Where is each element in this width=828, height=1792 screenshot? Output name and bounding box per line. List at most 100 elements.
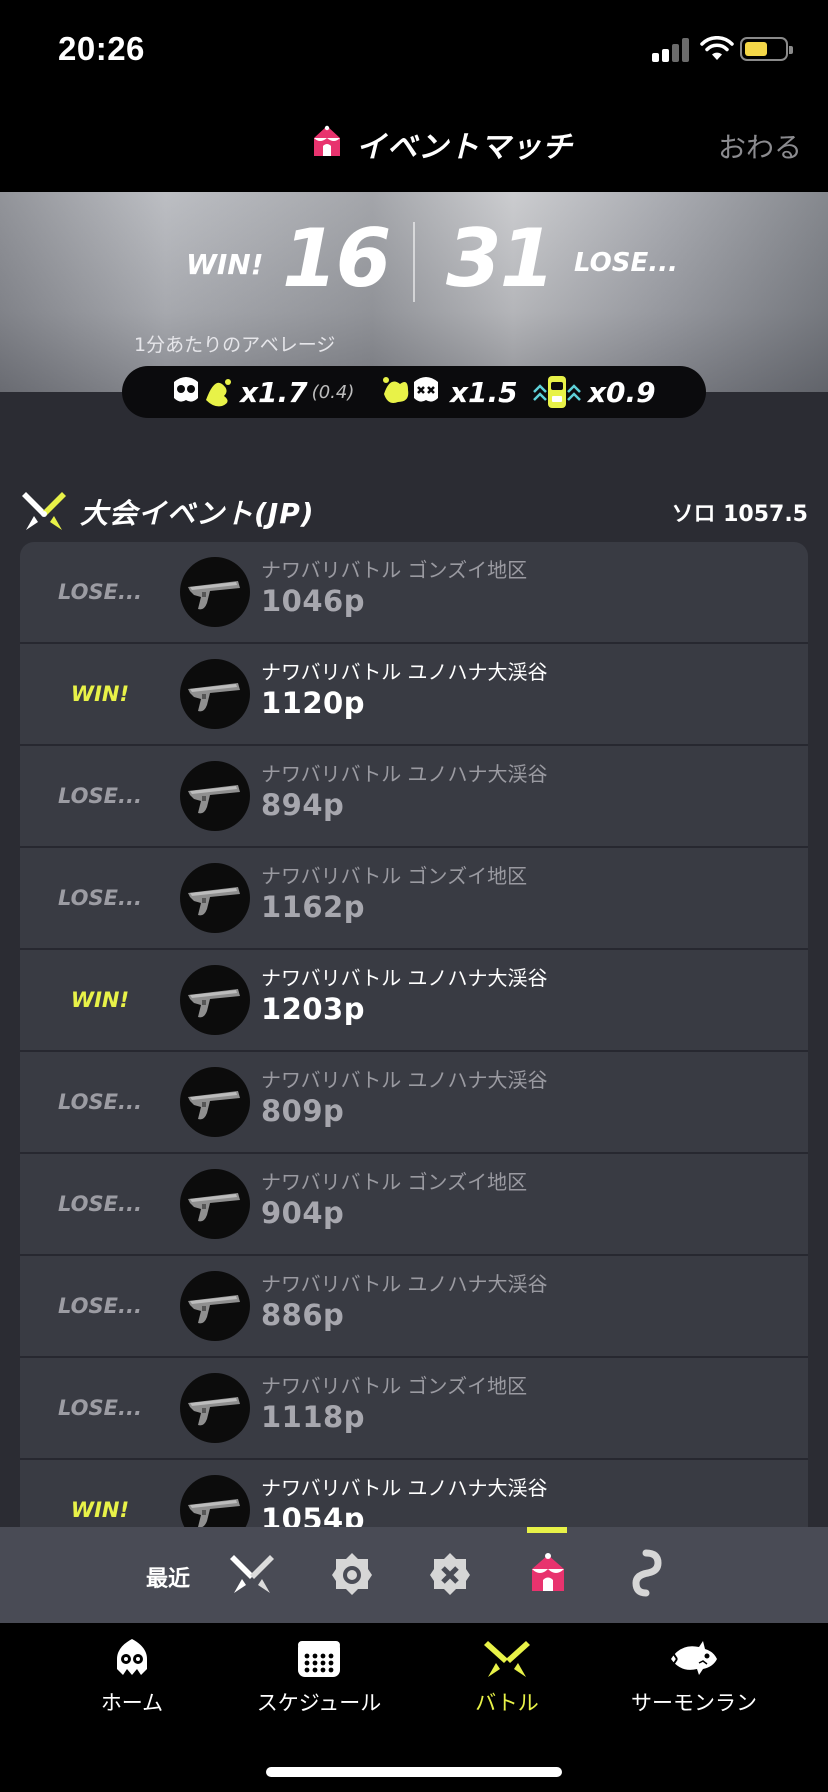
cellular-signal-icon <box>652 38 692 62</box>
battle-power: 1203p <box>261 992 365 1026</box>
avg-kills: x1.7 (0.4) <box>170 372 354 412</box>
weapon-thumbnail <box>180 1067 250 1137</box>
battle-mode-stage: ナワバリバトル ゴンズイ地区 <box>261 558 528 582</box>
weapon-thumbnail <box>180 1169 250 1239</box>
battle-row[interactable]: WIN! ナワバリバトル ユノハナ大渓谷 1203p <box>20 950 808 1052</box>
bottom-tab-bar: ホーム スケジュール バトル サーモンラン <box>0 1623 828 1792</box>
status-time: 20:26 <box>58 30 145 67</box>
battle-mode-stage: ナワバリバトル ユノハナ大渓谷 <box>261 1272 548 1296</box>
tab-battle[interactable]: バトル <box>462 1637 552 1727</box>
section-title: 大会イベント(JP) <box>80 497 315 530</box>
avg-kills-value: x1.7 <box>240 375 308 409</box>
battery-level <box>745 42 767 56</box>
filter-recent-button[interactable]: 最近 <box>146 1561 190 1593</box>
title-bar: イベントマッチ おわる <box>0 100 828 192</box>
battle-result: LOSE... <box>58 1294 142 1318</box>
weapon-thumbnail <box>180 761 250 831</box>
tab-battle-label: バトル <box>475 1691 539 1715</box>
battle-row[interactable]: LOSE... ナワバリバトル ゴンズイ地区 1118p <box>20 1358 808 1460</box>
weapon-icon <box>188 887 240 916</box>
tab-home-label: ホーム <box>100 1691 164 1715</box>
weapon-icon <box>188 683 240 712</box>
battle-filter-bar: 最近 <box>0 1527 828 1623</box>
battle-mode-stage: ナワバリバトル ユノハナ大渓谷 <box>261 1476 548 1500</box>
average-label: 1分あたりのアベレージ <box>134 334 336 356</box>
battle-result: LOSE... <box>58 1192 142 1216</box>
battle-icon <box>22 492 66 530</box>
weapon-thumbnail <box>180 1373 250 1443</box>
status-bar: 20:26 <box>0 0 828 100</box>
battle-power: 904p <box>261 1196 345 1230</box>
battle-mode-stage: ナワバリバトル ユノハナ大渓谷 <box>261 966 548 990</box>
score-divider <box>413 222 415 302</box>
tab-schedule[interactable]: スケジュール <box>244 1637 394 1727</box>
battle-list[interactable]: LOSE... ナワバリバトル ゴンズイ地区 1046p WIN! ナワバリバトル ユノ… <box>20 542 808 1527</box>
win-count: 16 <box>282 212 391 305</box>
weapon-thumbnail <box>180 659 250 729</box>
weapon-icon <box>188 1091 240 1120</box>
solo-power: ソロ 1057.5 <box>671 502 808 527</box>
battle-row[interactable]: WIN! ナワバリバトル ユノハナ大渓谷 1120p <box>20 644 808 746</box>
battle-row[interactable]: LOSE... ナワバリバトル ユノハナ大渓谷 886p <box>20 1256 808 1358</box>
battle-power: 1046p <box>261 584 365 618</box>
battle-icon <box>484 1641 530 1677</box>
filter-regular-battle-icon[interactable] <box>228 1549 276 1597</box>
battle-result: LOSE... <box>58 784 142 808</box>
battle-power: 894p <box>261 788 345 822</box>
filter-event-match-icon[interactable] <box>524 1549 572 1597</box>
quit-button[interactable]: おわる <box>718 126 802 166</box>
battle-power: 886p <box>261 1298 345 1332</box>
battle-power: 809p <box>261 1094 345 1128</box>
battle-row[interactable]: WIN! ナワバリバトル ユノハナ大渓谷 1054p <box>20 1460 808 1527</box>
weapon-icon <box>188 1397 240 1426</box>
battle-row[interactable]: LOSE... ナワバリバトル ユノハナ大渓谷 809p <box>20 1052 808 1154</box>
weapon-thumbnail <box>180 1475 250 1527</box>
filter-active-indicator <box>527 1527 567 1533</box>
salmon-icon <box>671 1641 717 1675</box>
battery-icon <box>740 37 793 61</box>
tab-salmon-run-label: サーモンラン <box>631 1691 757 1715</box>
calendar-icon <box>298 1641 340 1677</box>
filter-league-battle-icon[interactable] <box>426 1549 474 1597</box>
weapon-thumbnail <box>180 965 250 1035</box>
event-tent-icon <box>314 125 340 156</box>
weapon-icon <box>188 989 240 1018</box>
battle-mode-stage: ナワバリバトル ユノハナ大渓谷 <box>261 762 548 786</box>
kill-icon <box>174 377 231 407</box>
page-title: イベントマッチ <box>356 130 573 165</box>
battle-power: 1054p <box>261 1502 365 1527</box>
lose-label: LOSE... <box>574 248 678 278</box>
battle-result: LOSE... <box>58 580 142 604</box>
battle-result: WIN! <box>70 988 130 1012</box>
battle-row[interactable]: LOSE... ナワバリバトル ゴンズイ地区 1046p <box>20 542 808 644</box>
battle-power: 1120p <box>261 686 365 720</box>
filter-ranked-battle-icon[interactable] <box>328 1549 376 1597</box>
battle-row[interactable]: LOSE... ナワバリバトル ユノハナ大渓谷 894p <box>20 746 808 848</box>
battle-row[interactable]: LOSE... ナワバリバトル ゴンズイ地区 904p <box>20 1154 808 1256</box>
battle-result: WIN! <box>70 682 130 706</box>
battle-mode-stage: ナワバリバトル ゴンズイ地区 <box>261 864 528 888</box>
squid-icon <box>117 1639 147 1675</box>
tab-home[interactable]: ホーム <box>82 1637 182 1727</box>
lose-count: 31 <box>446 212 555 305</box>
avg-specials: x0.9 <box>532 372 656 412</box>
avg-deaths-value: x1.5 <box>450 375 518 409</box>
tab-schedule-label: スケジュール <box>256 1691 382 1715</box>
battle-row[interactable]: LOSE... ナワバリバトル ゴンズイ地区 1162p <box>20 848 808 950</box>
battle-result: LOSE... <box>58 1090 142 1114</box>
score-header: WIN! 16 31 LOSE... 1分あたりのアベレージ <box>0 192 828 392</box>
weapon-thumbnail <box>180 557 250 627</box>
battle-result: LOSE... <box>58 886 142 910</box>
average-stats-pill: x1.7 (0.4) x1.5 x0.9 <box>122 366 706 418</box>
tab-salmon-run[interactable]: サーモンラン <box>624 1637 764 1727</box>
battle-power: 1118p <box>261 1400 365 1434</box>
battle-mode-stage: ナワバリバトル ユノハナ大渓谷 <box>261 1068 548 1092</box>
avg-assists-value: (0.4) <box>311 381 355 403</box>
battle-result: WIN! <box>70 1498 130 1522</box>
wifi-icon <box>700 36 734 60</box>
weapon-icon <box>188 581 240 610</box>
filter-private-battle-icon[interactable] <box>622 1549 670 1597</box>
weapon-icon <box>188 785 240 814</box>
home-indicator[interactable] <box>266 1767 562 1777</box>
win-label: WIN! <box>186 248 264 281</box>
